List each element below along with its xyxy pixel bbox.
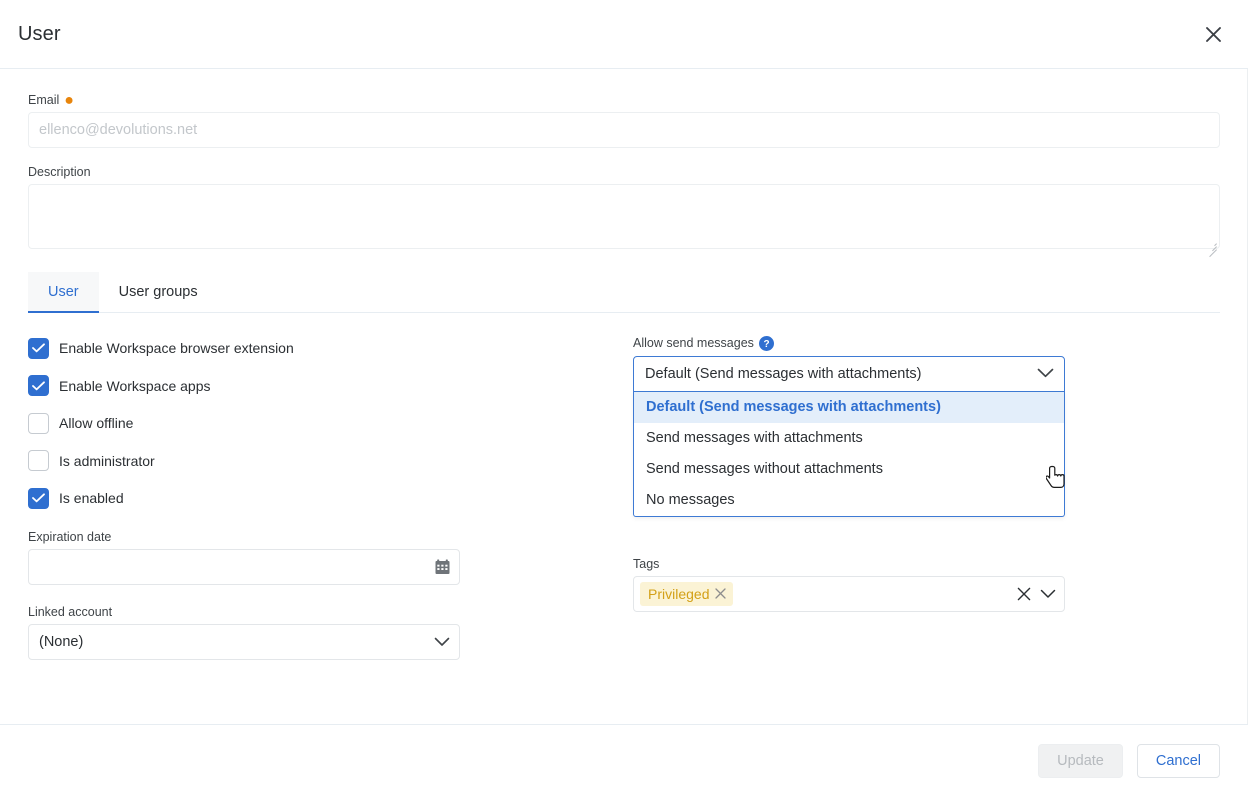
dialog-body: Email ● Description User User groups bbox=[0, 69, 1248, 724]
option-default-send-messages-with-attachments[interactable]: Default (Send messages with attachments) bbox=[634, 392, 1064, 423]
svg-text:?: ? bbox=[763, 339, 769, 350]
option-no-messages[interactable]: No messages bbox=[634, 485, 1064, 516]
checkbox-row-is-administrator[interactable]: Is administrator bbox=[28, 447, 633, 475]
expiration-date-group: Expiration date bbox=[28, 528, 633, 585]
tab-bar: User User groups bbox=[28, 272, 1220, 313]
page-title: User bbox=[18, 23, 61, 46]
email-label-text: Email bbox=[28, 93, 59, 107]
checkbox-row-allow-offline[interactable]: Allow offline bbox=[28, 409, 633, 437]
description-field-group: Description bbox=[28, 163, 1220, 254]
close-button[interactable] bbox=[1198, 19, 1228, 49]
cancel-button[interactable]: Cancel bbox=[1137, 744, 1220, 778]
allow-send-messages-label-text: Allow send messages bbox=[633, 336, 754, 350]
calendar-icon[interactable] bbox=[435, 560, 450, 575]
check-icon bbox=[32, 493, 45, 503]
linked-account-select[interactable]: (None) bbox=[28, 624, 460, 660]
checkbox-label: Is enabled bbox=[59, 490, 124, 506]
linked-account-value: (None) bbox=[39, 634, 83, 650]
left-column: Enable Workspace browser extension Enabl… bbox=[28, 334, 633, 660]
checkbox-row-enable-workspace-apps[interactable]: Enable Workspace apps bbox=[28, 372, 633, 400]
allow-send-messages-select-wrapper: Default (Send messages with attachments)… bbox=[633, 356, 1065, 392]
option-send-messages-with-attachments[interactable]: Send messages with attachments bbox=[634, 423, 1064, 454]
chevron-down-icon[interactable] bbox=[434, 637, 450, 647]
tag-remove-icon[interactable] bbox=[715, 588, 726, 599]
checkbox-enable-workspace-apps[interactable] bbox=[28, 375, 49, 396]
email-label: Email ● bbox=[28, 93, 74, 107]
checkbox-row-enable-workspace-browser-extension[interactable]: Enable Workspace browser extension bbox=[28, 334, 633, 362]
allow-send-messages-group: Allow send messages ? Default (Send mess… bbox=[633, 334, 1220, 392]
tags-group: Tags Privileged bbox=[633, 555, 1220, 612]
tags-input[interactable]: Privileged bbox=[633, 576, 1065, 612]
checkbox-is-enabled[interactable] bbox=[28, 488, 49, 509]
tags-label: Tags bbox=[633, 557, 659, 571]
tags-actions bbox=[1017, 587, 1056, 601]
allow-send-messages-value: Default (Send messages with attachments) bbox=[645, 366, 921, 382]
email-input[interactable] bbox=[28, 112, 1220, 148]
expiration-date-label: Expiration date bbox=[28, 530, 111, 544]
required-indicator: ● bbox=[64, 97, 74, 105]
form-columns: Enable Workspace browser extension Enabl… bbox=[28, 313, 1220, 660]
email-field-group: Email ● bbox=[28, 91, 1220, 148]
checkbox-label: Is administrator bbox=[59, 453, 155, 469]
user-dialog: User Email ● Description bbox=[0, 0, 1248, 796]
checkbox-is-administrator[interactable] bbox=[28, 450, 49, 471]
dialog-footer: Update Cancel bbox=[0, 724, 1248, 796]
check-icon bbox=[32, 381, 45, 391]
option-send-messages-without-attachments[interactable]: Send messages without attachments bbox=[634, 454, 1064, 485]
tags-clear-icon[interactable] bbox=[1017, 587, 1031, 601]
right-column: Allow send messages ? Default (Send mess… bbox=[633, 334, 1220, 660]
description-label: Description bbox=[28, 165, 91, 179]
allow-send-messages-options: Default (Send messages with attachments)… bbox=[633, 392, 1065, 517]
tab-user[interactable]: User bbox=[28, 272, 99, 312]
checkbox-enable-workspace-browser-extension[interactable] bbox=[28, 338, 49, 359]
tags-chevron-down-icon[interactable] bbox=[1040, 589, 1056, 599]
linked-account-label: Linked account bbox=[28, 605, 112, 619]
tab-user-groups[interactable]: User groups bbox=[99, 272, 218, 312]
help-circle-icon[interactable]: ? bbox=[759, 336, 774, 351]
check-icon bbox=[32, 343, 45, 353]
allow-send-messages-select[interactable]: Default (Send messages with attachments) bbox=[633, 356, 1065, 392]
close-icon bbox=[1205, 26, 1222, 43]
checkbox-label: Enable Workspace browser extension bbox=[59, 340, 294, 356]
allow-send-messages-label: Allow send messages ? bbox=[633, 336, 774, 351]
chevron-down-icon[interactable] bbox=[1037, 366, 1054, 382]
checkbox-allow-offline[interactable] bbox=[28, 413, 49, 434]
checkbox-row-is-enabled[interactable]: Is enabled bbox=[28, 484, 633, 512]
tag-chip-privileged[interactable]: Privileged bbox=[640, 582, 733, 606]
checkbox-label: Enable Workspace apps bbox=[59, 378, 211, 394]
update-button[interactable]: Update bbox=[1038, 744, 1123, 778]
dialog-header: User bbox=[0, 0, 1248, 69]
description-textarea[interactable] bbox=[28, 184, 1220, 249]
expiration-date-input[interactable] bbox=[28, 549, 460, 585]
tag-chip-label: Privileged bbox=[648, 585, 709, 603]
checkbox-label: Allow offline bbox=[59, 415, 133, 431]
description-wrapper bbox=[28, 184, 1220, 254]
linked-account-group: Linked account (None) bbox=[28, 603, 633, 660]
